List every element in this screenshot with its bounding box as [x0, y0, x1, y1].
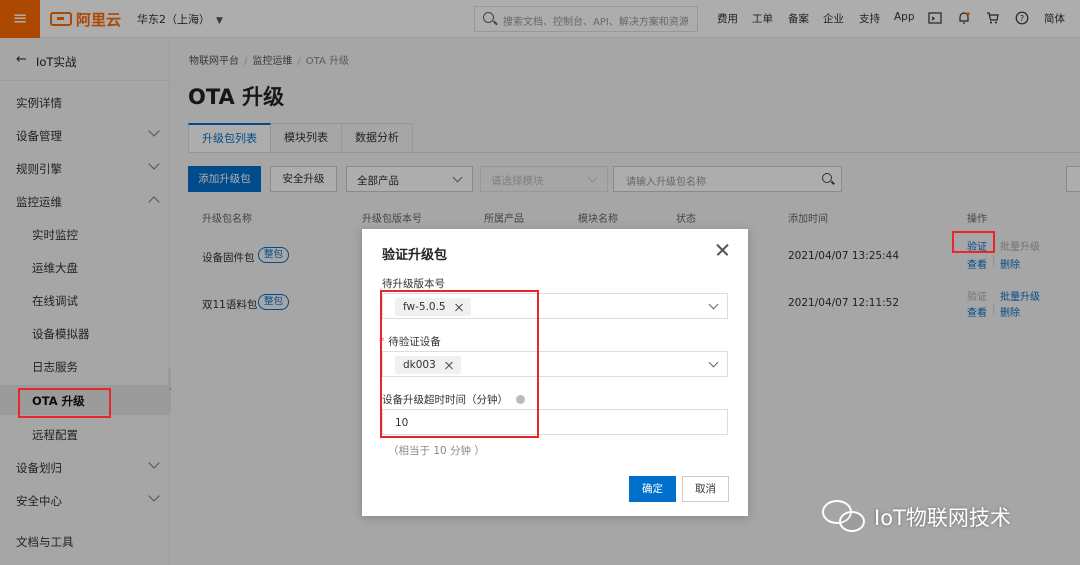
annotation-box-verify-link: [952, 231, 995, 253]
watermark-text: IoT物联网技术: [874, 506, 1011, 530]
dialog-title: 验证升级包: [382, 248, 448, 263]
timeout-hint: （相当于 10 分钟 ）: [388, 445, 485, 457]
annotation-box-dialog-fields: [380, 290, 539, 438]
cancel-button[interactable]: 取消: [682, 476, 729, 502]
chevron-down-icon: [708, 357, 719, 368]
close-icon[interactable]: [714, 242, 730, 258]
watermark: IoT物联网技术: [822, 500, 1011, 534]
version-field-label: 待升级版本号: [382, 278, 445, 290]
wechat-icon: [822, 500, 866, 534]
confirm-button[interactable]: 确定: [629, 476, 676, 502]
annotation-box-ota-menu: [18, 388, 111, 418]
chevron-down-icon: [708, 299, 719, 310]
